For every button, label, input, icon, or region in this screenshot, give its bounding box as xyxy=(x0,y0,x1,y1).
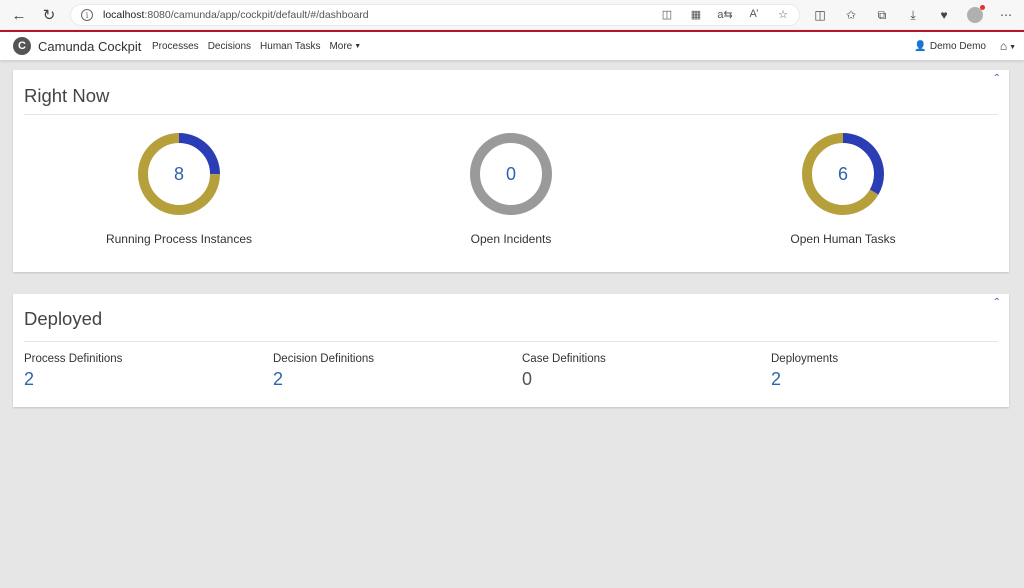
read-aloud-icon[interactable]: A’ xyxy=(746,8,762,21)
deploy-label: Process Definitions xyxy=(24,353,123,365)
donut-chart[interactable]: 6 xyxy=(801,132,885,216)
url-host: localhost xyxy=(103,9,145,21)
home-icon: ⌂ xyxy=(999,39,1008,53)
deploy-count-link[interactable]: 2 xyxy=(273,369,513,390)
user-menu[interactable]: 👤 Demo Demo xyxy=(914,41,986,52)
right-now-panel: Right Now ⌃ 8 Running Process Instances … xyxy=(13,70,1009,272)
qr-code-icon[interactable]: ▦ xyxy=(688,8,704,21)
avatar[interactable] xyxy=(967,5,985,23)
nav-human-tasks[interactable]: Human Tasks xyxy=(260,41,320,52)
deploy-case-definitions: Case Definitions 0 xyxy=(522,353,762,390)
collapse-chevron-icon[interactable]: ⌃ xyxy=(993,297,1001,308)
donut-value: 8 xyxy=(174,164,184,184)
metric-running-process-instances[interactable]: 8 Running Process Instances xyxy=(59,132,299,246)
profile-icon[interactable] xyxy=(965,5,985,24)
deploy-label: Deployments xyxy=(771,353,839,365)
main-nav: Processes Decisions Human Tasks More ▼ xyxy=(152,41,361,52)
donut-chart[interactable]: 0 xyxy=(469,132,553,216)
user-name: Demo Demo xyxy=(929,41,986,52)
metric-open-human-tasks[interactable]: 6 Open Human Tasks xyxy=(723,132,963,246)
extensions-icon[interactable]: ♥ xyxy=(934,6,954,24)
donut-chart[interactable]: 8 xyxy=(137,132,221,216)
nav-more-dropdown[interactable]: More ▼ xyxy=(329,41,361,52)
app-available-icon[interactable]: ◫ xyxy=(659,8,675,21)
camunda-logo-icon[interactable]: C xyxy=(13,37,31,55)
caret-down-icon: ▼ xyxy=(1009,44,1016,51)
favorites-icon[interactable]: ✩ xyxy=(841,6,861,24)
back-icon[interactable]: ← xyxy=(8,4,30,26)
panel-title-right-now: Right Now xyxy=(24,85,110,106)
collapse-chevron-icon[interactable]: ⌃ xyxy=(993,73,1001,84)
deploy-label: Decision Definitions xyxy=(273,353,374,365)
deploy-count-link[interactable]: 2 xyxy=(771,369,1011,390)
home-menu[interactable]: ⌂ ▼ xyxy=(1000,39,1016,53)
deploy-deployments: Deployments 2 xyxy=(771,353,1011,390)
split-screen-icon[interactable]: ◫ xyxy=(810,6,830,24)
nav-decisions[interactable]: Decisions xyxy=(208,41,251,52)
nav-more-label: More xyxy=(329,41,353,52)
more-icon[interactable]: ⋯ xyxy=(996,6,1016,24)
info-icon[interactable]: i xyxy=(81,9,93,21)
deploy-count-link[interactable]: 2 xyxy=(24,369,264,390)
downloads-icon[interactable]: ⤓ xyxy=(903,6,923,24)
divider xyxy=(24,341,998,342)
address-bar[interactable]: i localhost:8080/camunda/app/cockpit/def… xyxy=(70,4,800,26)
metric-open-incidents[interactable]: 0 Open Incidents xyxy=(391,132,631,246)
url-path: :8080/camunda/app/cockpit/default/#/dash… xyxy=(144,9,369,21)
deployed-panel: Deployed ⌃ Process Definitions 2 Decisio… xyxy=(13,294,1009,407)
brand-title[interactable]: Camunda Cockpit xyxy=(38,39,141,54)
collections-icon[interactable]: ⧉ xyxy=(872,6,892,24)
read-aloud-translate-icon[interactable]: a⇆ xyxy=(717,8,733,21)
deploy-count: 0 xyxy=(522,369,533,389)
deploy-decision-definitions: Decision Definitions 2 xyxy=(273,353,513,390)
divider xyxy=(24,114,998,115)
nav-processes[interactable]: Processes xyxy=(152,41,199,52)
app-header: C Camunda Cockpit Processes Decisions Hu… xyxy=(0,30,1024,60)
browser-toolbar: ← ↻ i localhost:8080/camunda/app/cockpit… xyxy=(0,0,1024,30)
metric-label: Open Incidents xyxy=(470,232,552,246)
user-icon: 👤 xyxy=(914,41,927,52)
donut-value: 0 xyxy=(506,164,516,184)
metric-label: Running Process Instances xyxy=(105,232,253,246)
deploy-label: Case Definitions xyxy=(522,353,606,365)
panel-title-deployed: Deployed xyxy=(24,308,103,329)
caret-down-icon: ▼ xyxy=(354,43,362,50)
donut-value: 6 xyxy=(838,164,848,184)
metric-label: Open Human Tasks xyxy=(790,232,896,246)
deploy-process-definitions: Process Definitions 2 xyxy=(24,353,264,390)
reload-icon[interactable]: ↻ xyxy=(38,4,60,26)
favorite-star-icon[interactable]: ☆ xyxy=(775,8,791,21)
